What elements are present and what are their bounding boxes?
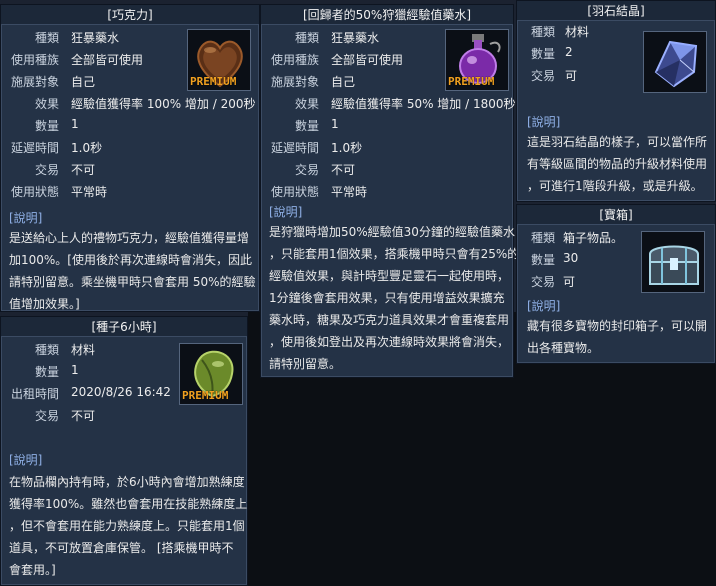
row-value: 不可 xyxy=(71,409,96,423)
seed-icon: PREMIUM xyxy=(179,343,243,405)
row-value: 材料 xyxy=(565,25,590,39)
row-label: 種類 xyxy=(34,343,59,357)
row-value: 2020/8/26 16:42 xyxy=(71,385,171,399)
crystal-icon xyxy=(643,31,707,93)
tooltip-feather-crystal: [羽石結晶] 種類 材料 數量 2 交易 可 [說明] 這是羽石結晶的樣子，可以… xyxy=(516,0,716,202)
row-value: 狂暴藥水 xyxy=(331,31,380,45)
row-label: 數量 xyxy=(34,119,59,133)
row-label: 數量 xyxy=(294,119,319,133)
description-text: 在物品欄內持有時，於6小時內會增加熟練度 獲得率100%。雖然也會套用在技能熟練… xyxy=(9,475,248,577)
row-label: 使用種族 xyxy=(270,53,319,67)
row-label: 交易 xyxy=(530,275,555,289)
premium-badge: PREMIUM xyxy=(190,75,237,88)
description-text: 藏有很多寶物的封印箱子，可以開 出各種寶物。 xyxy=(527,319,708,355)
row-value: 不可 xyxy=(331,163,356,177)
tooltip-title: [巧克力] xyxy=(1,5,259,25)
row-value: 經驗值獲得率 50% 增加 / 1800秒 xyxy=(331,97,516,111)
row-value: 2 xyxy=(565,45,573,59)
row-label: 延遲時間 xyxy=(270,141,319,155)
row-value: 平常時 xyxy=(331,185,368,199)
potion-icon: PREMIUM xyxy=(445,29,509,91)
row-label: 使用狀態 xyxy=(270,185,319,199)
chocolate-icon: PREMIUM xyxy=(187,29,251,91)
tooltip-chocolate: [巧克力] 種類 狂暴藥水 使用種族 全部皆可使用 施展對象 自己 效果 經驗值… xyxy=(0,4,260,312)
row-value: 材料 xyxy=(71,343,96,357)
description-text: 是送給心上人的禮物巧克力，經驗值獲得量增 加100%。[使用後於再次連線時會消失… xyxy=(9,231,256,311)
row-value: 1.0秒 xyxy=(71,141,103,155)
row-label: 種類 xyxy=(530,25,555,39)
row-label: 使用狀態 xyxy=(10,185,59,199)
tooltip-title: [種子6小時] xyxy=(1,317,247,337)
row-label: 種類 xyxy=(34,31,59,45)
row-value: 可 xyxy=(563,275,576,289)
treasure-chest-icon xyxy=(641,231,705,293)
row-value: 可 xyxy=(565,69,578,83)
description-header: [說明] xyxy=(269,205,303,219)
row-value: 全部皆可使用 xyxy=(71,53,144,67)
row-label: 交易 xyxy=(34,163,59,177)
row-value: 1.0秒 xyxy=(331,141,363,155)
row-label: 施展對象 xyxy=(10,75,59,89)
row-value: 箱子物品。 xyxy=(563,231,624,245)
description-header: [說明] xyxy=(527,115,561,129)
description-header: [說明] xyxy=(9,453,43,467)
row-value: 經驗值獲得率 100% 增加 / 200秒 xyxy=(71,97,256,111)
row-value: 自己 xyxy=(71,75,96,89)
premium-badge: PREMIUM xyxy=(182,389,229,402)
row-value: 1 xyxy=(71,363,79,377)
row-label: 出租時間 xyxy=(10,387,59,401)
tooltip-treasure-chest: [寶箱] 種類 箱子物品。 數量 30 交易 可 [說明] 藏有很多寶物的封印箱… xyxy=(516,204,716,364)
row-label: 數量 xyxy=(530,47,555,61)
row-label: 使用種族 xyxy=(10,53,59,67)
row-label: 效果 xyxy=(34,97,59,111)
tooltip-seed-6h: [種子6小時] 種類 材料 數量 1 出租時間 2020/8/26 16:42 … xyxy=(0,316,248,586)
row-label: 種類 xyxy=(530,231,555,245)
tooltip-title: [羽石結晶] xyxy=(517,1,715,21)
row-label: 數量 xyxy=(530,253,555,267)
row-value: 1 xyxy=(71,117,79,131)
row-value: 不可 xyxy=(71,163,96,177)
row-value: 自己 xyxy=(331,75,356,89)
description-header: [說明] xyxy=(9,211,43,225)
row-value: 狂暴藥水 xyxy=(71,31,120,45)
description-text: 是狩獵時增加50%經驗值30分鐘的經驗值藥水 ，只能套用1個效果，搭乘機甲時只會… xyxy=(269,225,520,371)
row-label: 種類 xyxy=(294,31,319,45)
description-text: 這是羽石結晶的樣子，可以當作所 有等級區間的物品的升級材料使用 ，可進行1階段升… xyxy=(527,135,708,193)
row-label: 交易 xyxy=(34,409,59,423)
row-value: 1 xyxy=(331,117,339,131)
row-label: 施展對象 xyxy=(270,75,319,89)
description-header: [說明] xyxy=(527,299,561,313)
row-value: 30 xyxy=(563,251,579,265)
row-label: 交易 xyxy=(294,163,319,177)
premium-badge: PREMIUM xyxy=(448,75,495,88)
row-label: 交易 xyxy=(530,69,555,83)
row-label: 數量 xyxy=(34,365,59,379)
row-value: 平常時 xyxy=(71,185,108,199)
tooltip-exp-potion: [回歸者的50%狩獵經驗值藥水] 種類 狂暴藥水 使用種族 全部皆可使用 施展對… xyxy=(260,4,519,378)
row-label: 延遲時間 xyxy=(10,141,59,155)
row-value: 全部皆可使用 xyxy=(331,53,404,67)
tooltip-title: [回歸者的50%狩獵經驗值藥水] xyxy=(261,5,513,25)
row-label: 效果 xyxy=(294,97,319,111)
tooltip-title: [寶箱] xyxy=(517,205,715,225)
